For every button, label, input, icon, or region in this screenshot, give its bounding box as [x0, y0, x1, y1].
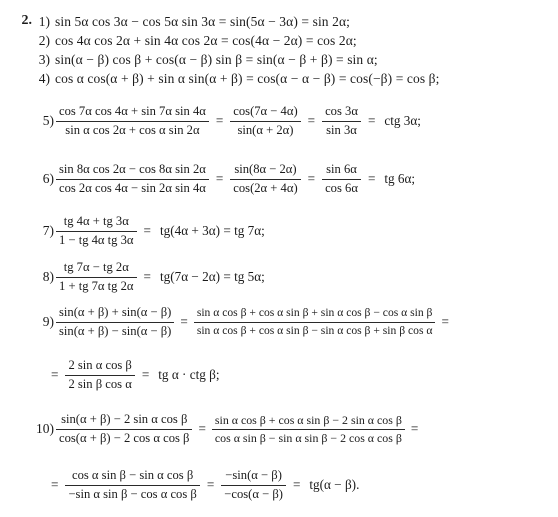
item-row-6: 6) sin 8α cos 2α − cos 8α sin 2α cos 2α …: [30, 162, 415, 196]
fraction: sin(8α − 2α) cos(2α + 4α): [228, 162, 302, 196]
fraction: −sin(α − β) −cos(α − β): [219, 468, 288, 502]
fraction-denominator: cos α sin β − sin α sin β − 2 cos α cos …: [214, 430, 402, 445]
item-row-5: 5) cos 7α cos 4α + sin 7α sin 4α sin α c…: [30, 104, 421, 138]
item-label-2: 2): [38, 33, 50, 48]
item-expression-1: sin 5α cos 3α − cos 5α sin 3α = sin(5α −…: [55, 14, 350, 29]
fraction-denominator: cos 2α cos 4α − sin 2α sin 4α: [59, 180, 206, 195]
item-expression-9: sin(α + β) + sin(α − β) sin(α + β) − sin…: [54, 305, 453, 339]
equals-sign: =: [307, 113, 316, 129]
expression-tail: tg(7α − 2α) = tg 5α;: [159, 269, 265, 285]
fraction-numerator: sin(α + β) + sin(α − β): [59, 305, 172, 319]
fraction-denominator: sin 3α: [326, 122, 357, 137]
fraction: sin(α + β) + sin(α − β) sin(α + β) − sin…: [54, 305, 176, 339]
fraction: tg 4α + tg 3α 1 − tg 4α tg 3α: [54, 214, 139, 248]
equals-sign: =: [143, 269, 151, 285]
fraction: 2 sin α cos β 2 sin β cos α: [63, 358, 136, 392]
item-label-6: 6): [42, 171, 54, 187]
item-row-8: 8) tg 7α − tg 2α 1 + tg 7α tg 2α = tg(7α…: [30, 260, 265, 294]
item-label-10: 10): [36, 421, 54, 437]
fraction: sin 6α cos 6α: [320, 162, 363, 196]
fraction: cos 7α cos 4α + sin 7α sin 4α sin α cos …: [54, 104, 211, 138]
fraction-numerator: sin 6α: [326, 162, 357, 176]
item-label-8: 8): [42, 269, 54, 285]
equals-sign: =: [206, 477, 215, 493]
equals-sign: =: [143, 223, 151, 239]
fraction: cos α sin β − sin α cos β −sin α sin β −…: [63, 468, 201, 502]
equals-sign: =: [410, 421, 419, 437]
fraction-denominator: −cos(α − β): [224, 486, 283, 501]
fraction-numerator: cos α sin β − sin α cos β: [71, 468, 194, 482]
item-expression-10-continued: = cos α sin β − sin α cos β −sin α sin β…: [46, 468, 359, 502]
item-expression-8: tg 7α − tg 2α 1 + tg 7α tg 2α = tg(7α − …: [54, 260, 265, 294]
fraction: cos(7α − 4α) sin(α + 2α): [228, 104, 302, 138]
fraction-denominator: sin(α + β) − sin(α − β): [59, 323, 172, 338]
fraction: cos 3α sin 3α: [320, 104, 363, 138]
equals-sign: =: [292, 477, 301, 493]
item-row-9: 9) sin(α + β) + sin(α − β) sin(α + β) − …: [30, 305, 453, 339]
item-expression-9-continued: = 2 sin α cos β 2 sin β cos α = tg α · c…: [46, 358, 220, 392]
equals-sign: =: [180, 314, 188, 330]
equals-sign: =: [51, 477, 59, 493]
fraction-denominator: cos(α + β) − 2 cos α cos β: [59, 430, 190, 445]
expression-tail: ctg 3α;: [384, 113, 421, 129]
fraction-denominator: 1 − tg 4α tg 3α: [59, 232, 134, 247]
fraction: sin α cos β + cos α sin β − 2 sin α cos …: [210, 413, 407, 446]
item-label-3: 3): [38, 52, 50, 67]
item-row-10-continued: = cos α sin β − sin α cos β −sin α sin β…: [46, 468, 359, 502]
fraction-numerator: 2 sin α cos β: [68, 358, 132, 372]
item-expression-2: cos 4α cos 2α + sin 4α cos 2α = cos(4α −…: [55, 33, 357, 48]
expression-tail: tg 6α;: [384, 171, 416, 187]
fraction-denominator: cos 6α: [325, 180, 358, 195]
equals-sign: =: [141, 367, 150, 383]
item-label-9: 9): [42, 314, 54, 330]
item-label-4: 4): [38, 71, 50, 86]
expression-tail: tg(4α + 3α) = tg 7α;: [159, 223, 265, 239]
fraction-denominator: sin(α + 2α): [237, 122, 294, 137]
fraction-numerator: sin(α + β) − 2 sin α cos β: [61, 412, 188, 426]
fraction-denominator: 1 + tg 7α tg 2α: [59, 278, 134, 293]
fraction-numerator: cos 3α: [325, 104, 358, 118]
fraction-numerator: sin α cos β + cos α sin β + sin α cos β …: [196, 306, 433, 320]
item-expression-4: cos α cos(α + β) + sin α sin(α + β) = co…: [55, 71, 440, 86]
equals-sign: =: [198, 421, 206, 437]
fraction-numerator: sin 8α cos 2α − cos 8α sin 2α: [59, 162, 206, 176]
item-expression-3: sin(α − β) cos β + cos(α − β) sin β = si…: [55, 52, 378, 67]
fraction-numerator: tg 7α − tg 2α: [63, 260, 129, 274]
expression-tail: tg(α − β).: [309, 477, 360, 493]
solution-page: 2. 1) sin 5α cos 3α − cos 5α sin 3α = si…: [0, 0, 558, 517]
fraction-denominator: sin α cos 2α + cos α sin 2α: [65, 122, 200, 137]
item-expression-6: sin 8α cos 2α − cos 8α sin 2α cos 2α cos…: [54, 162, 415, 196]
fraction-numerator: cos(7α − 4α): [233, 104, 298, 118]
fraction-denominator: −sin α sin β − cos α cos β: [68, 486, 197, 501]
item-label-7: 7): [42, 223, 54, 239]
expression-tail: tg α · ctg β;: [158, 367, 220, 383]
fraction-denominator: cos(2α + 4α): [233, 180, 298, 195]
fraction-denominator: 2 sin β cos α: [68, 376, 132, 391]
fraction: sin α cos β + cos α sin β + sin α cos β …: [192, 306, 438, 338]
fraction-numerator: sin(8α − 2α): [234, 162, 297, 176]
fraction-numerator: −sin(α − β): [225, 468, 282, 482]
item-label-5: 5): [42, 113, 54, 129]
fraction: sin(α + β) − 2 sin α cos β cos(α + β) − …: [54, 412, 194, 446]
equals-sign: =: [367, 113, 376, 129]
item-expression-7: tg 4α + tg 3α 1 − tg 4α tg 3α = tg(4α + …: [54, 214, 265, 248]
equals-sign: =: [367, 171, 376, 187]
fraction: tg 7α − tg 2α 1 + tg 7α tg 2α: [54, 260, 139, 294]
equals-sign: =: [215, 171, 224, 187]
fraction-numerator: cos 7α cos 4α + sin 7α sin 4α: [59, 104, 206, 118]
fraction-denominator: sin α cos β + cos α sin β − sin α cos β …: [196, 323, 433, 337]
equals-sign: =: [51, 367, 59, 383]
item-expression-5: cos 7α cos 4α + sin 7α sin 4α sin α cos …: [54, 104, 421, 138]
fraction: sin 8α cos 2α − cos 8α sin 2α cos 2α cos…: [54, 162, 211, 196]
fraction-numerator: tg 4α + tg 3α: [63, 214, 129, 228]
fraction-numerator: sin α cos β + cos α sin β − 2 sin α cos …: [214, 412, 402, 427]
equals-sign: =: [441, 314, 449, 330]
equals-sign: =: [307, 171, 316, 187]
item-row-9-continued: = 2 sin α cos β 2 sin β cos α = tg α · c…: [46, 358, 220, 392]
item-expression-10: sin(α + β) − 2 sin α cos β cos(α + β) − …: [54, 412, 422, 446]
item-label-1: 1): [38, 14, 50, 29]
item-row-10: 10) sin(α + β) − 2 sin α cos β cos(α + β…: [22, 412, 422, 446]
equals-sign: =: [215, 113, 224, 129]
item-row-7: 7) tg 4α + tg 3α 1 − tg 4α tg 3α = tg(4α…: [30, 214, 265, 248]
